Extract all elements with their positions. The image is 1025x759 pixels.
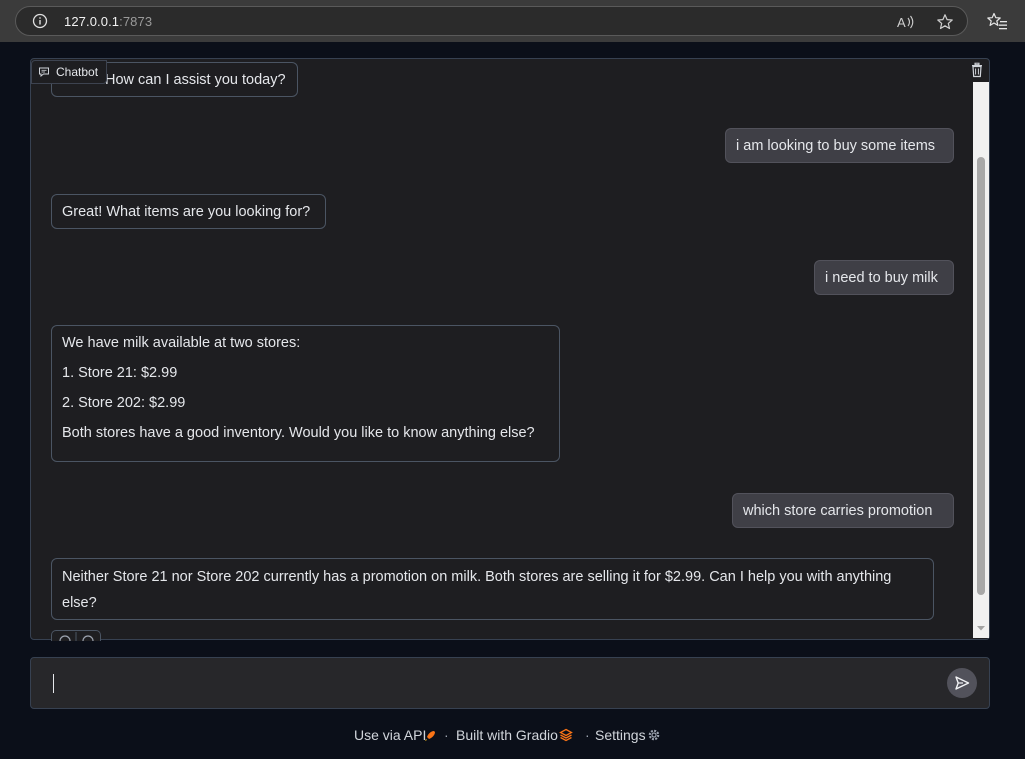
footer-separator: · [444, 727, 449, 743]
message-actions[interactable] [51, 630, 101, 641]
message-text: How can I assist you today? [105, 72, 286, 88]
chat-bubble-icon [39, 67, 49, 78]
send-button[interactable] [947, 668, 977, 698]
read-aloud-icon[interactable]: A [896, 12, 916, 32]
message-text: Neither Store 21 nor Store 202 currently… [62, 569, 892, 611]
favorite-star-icon[interactable] [935, 12, 955, 32]
scroll-down-arrow-icon[interactable] [976, 623, 986, 633]
rocket-icon [425, 731, 435, 741]
message-text: Both stores have a good inventory. Would… [62, 425, 535, 441]
list-item: 2. Store 202: $2.99 [62, 395, 186, 411]
message-input[interactable] [30, 657, 990, 709]
bot-message: We have milk available at two stores: 1.… [51, 325, 560, 462]
chatbot-label-text: Chatbot [56, 65, 99, 79]
user-message: which store carries promotion [732, 493, 954, 528]
footer: Use via API · Built with Gradio · Settin… [0, 727, 1025, 745]
gradio-logo-icon [559, 728, 573, 742]
svg-text:A: A [897, 15, 906, 30]
footer-separator: · [585, 727, 590, 743]
scrollbar-thumb[interactable] [977, 157, 985, 595]
retry-undo-icon[interactable] [52, 632, 100, 641]
message-text: i need to buy milk [825, 270, 938, 286]
send-icon [955, 676, 970, 690]
gear-icon[interactable] [647, 728, 661, 742]
bot-message: Neither Store 21 nor Store 202 currently… [51, 558, 934, 620]
info-icon[interactable] [32, 13, 48, 29]
message-text: i am looking to buy some items [736, 138, 936, 154]
chatbot-label: Chatbot [31, 60, 108, 84]
bot-message: Great! What items are you looking for? [51, 194, 326, 229]
user-message: i am looking to buy some items [725, 128, 954, 163]
url-text[interactable]: 127.0.0.1:7873 [64, 14, 152, 29]
message-text: Great! What items are you looking for? [62, 204, 311, 220]
trash-icon[interactable] [968, 61, 986, 79]
message-text: which store carries promotion [743, 503, 933, 519]
list-item: 1. Store 21: $2.99 [62, 365, 178, 381]
browser-toolbar: 127.0.0.1:7873 A [0, 0, 1025, 42]
message-text: We have milk available at two stores: [62, 335, 301, 351]
user-message: i need to buy milk [814, 260, 954, 295]
address-bar[interactable]: 127.0.0.1:7873 A [15, 6, 968, 36]
text-caret [53, 674, 54, 693]
favorites-list-icon[interactable] [986, 11, 1008, 33]
